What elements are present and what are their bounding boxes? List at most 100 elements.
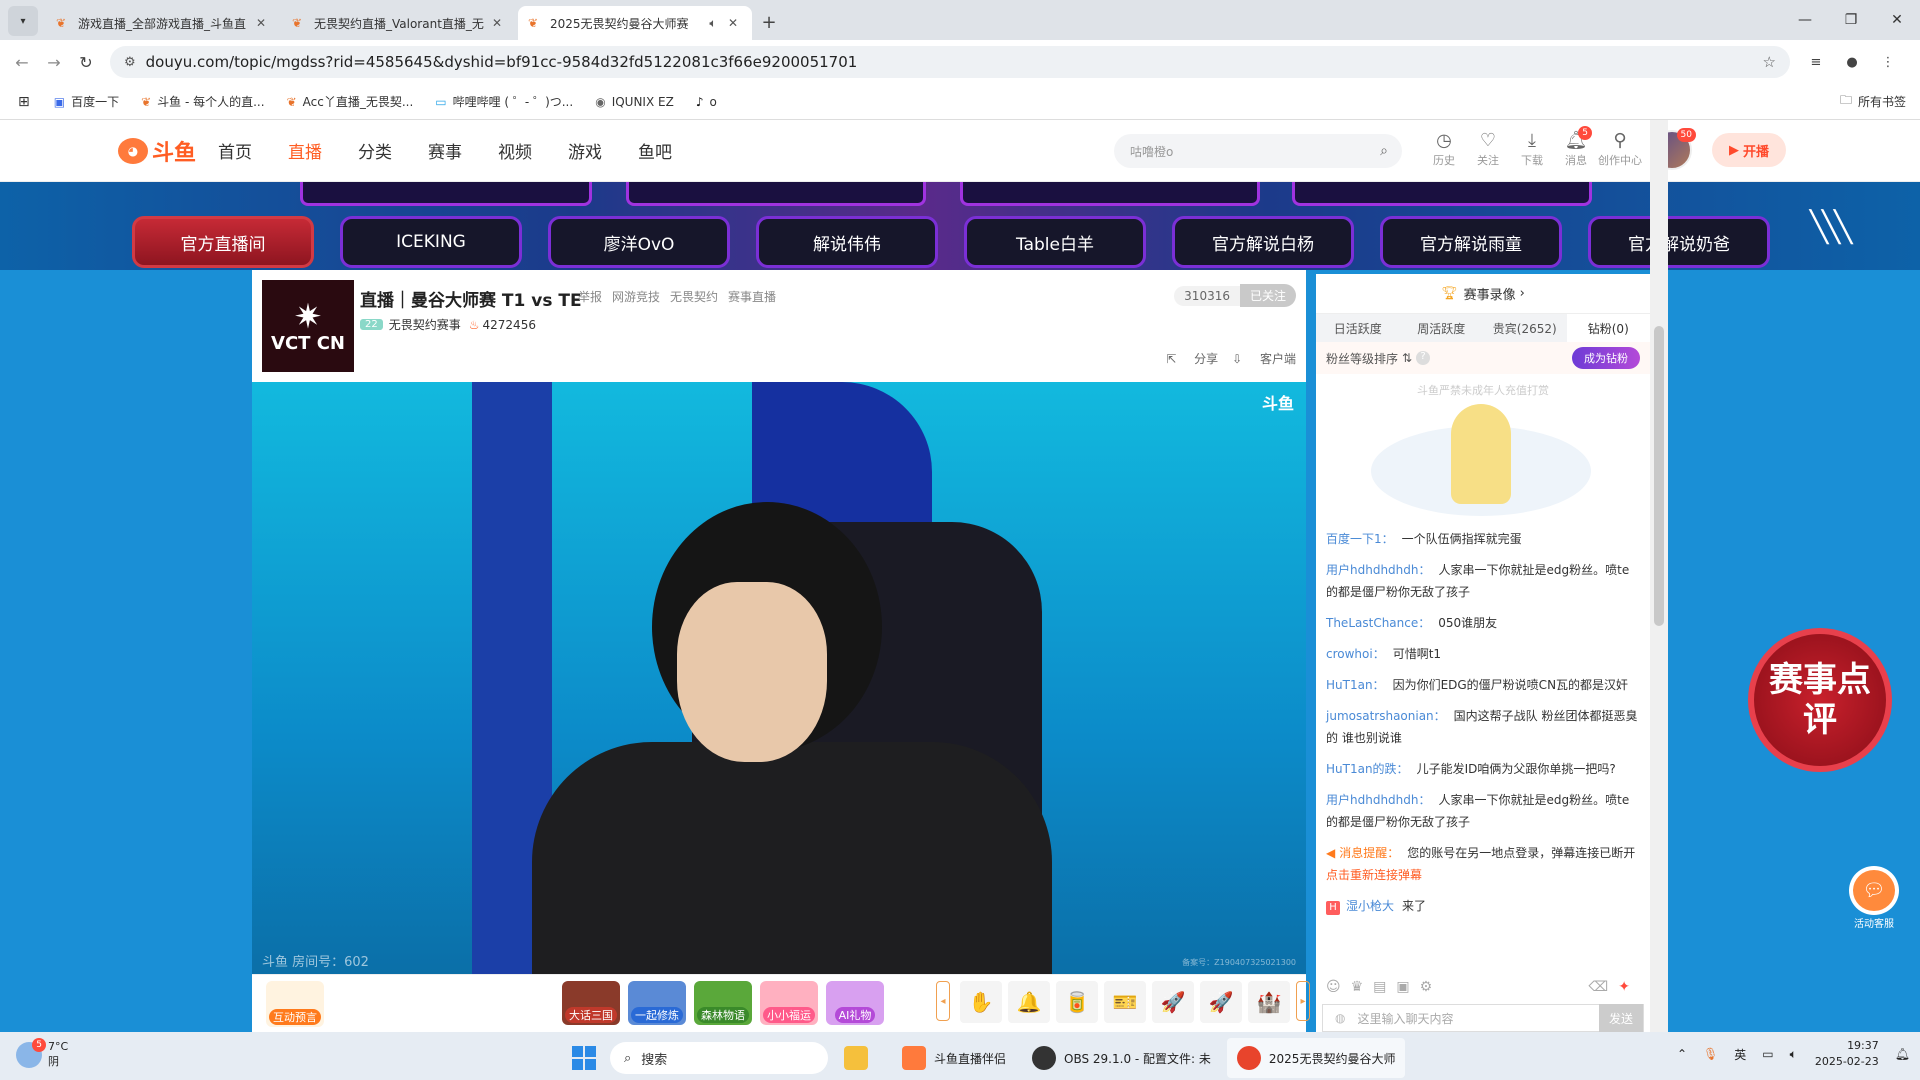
channel-tab[interactable]: 廖洋OvO	[548, 216, 730, 268]
channel-tab[interactable]: 解说伟伟	[756, 216, 938, 268]
nav-home[interactable]: 首页	[218, 138, 252, 163]
channel-tab[interactable]: 官方解说雨童	[1380, 216, 1562, 268]
browser-tab-1[interactable]: ❦ 无畏契约直播_Valorant直播_无 ✕	[282, 6, 516, 40]
nav-live[interactable]: 直播	[288, 138, 322, 163]
bookmark-acc[interactable]: ❦ Acc丫直播_无畏契...	[287, 93, 414, 110]
douyu-logo[interactable]: ◕ 斗鱼	[118, 135, 196, 167]
media-control-icon[interactable]: ≡	[1798, 55, 1834, 70]
channel-tab[interactable]: 官方直播间	[132, 216, 314, 268]
network-icon[interactable]: ▭	[1762, 1047, 1773, 1061]
chat-nick[interactable]: HuT1an的跌：	[1326, 762, 1409, 776]
match-review-button[interactable]: 赛事点评	[1748, 628, 1892, 772]
game-entry[interactable]: 一起修炼	[628, 981, 686, 1025]
bookmark-douyu[interactable]: ❦ 斗鱼 - 每个人的直...	[141, 93, 264, 110]
chat-nick[interactable]: HuT1an：	[1326, 678, 1385, 692]
anchor-name[interactable]: 无畏契约赛事	[389, 316, 461, 333]
browser-tab-2[interactable]: ❦ 2025无畏契约曼谷大师赛 🔈︎ ✕	[518, 6, 752, 40]
barrage-icon[interactable]: ▤	[1373, 979, 1386, 995]
become-diamond-button[interactable]: 成为钻粉	[1572, 347, 1640, 369]
gift-item[interactable]: 🎫	[1104, 981, 1146, 1023]
activity-service-button[interactable]: 💬︎ 活动客服	[1846, 866, 1902, 930]
gift-item[interactable]: 🚀	[1152, 981, 1194, 1023]
gift-next-button[interactable]: ▸	[1296, 981, 1310, 1021]
chat-input[interactable]: ◍ 这里输入聊天内容 发送	[1322, 1004, 1644, 1032]
send-button[interactable]: 发送	[1599, 1004, 1643, 1032]
search-input[interactable]: 咕噜橙o ⌕	[1114, 134, 1402, 168]
forward-button[interactable]: →	[38, 53, 70, 72]
nav-category[interactable]: 分类	[358, 138, 392, 163]
speaker-icon[interactable]: 🔈︎	[702, 16, 724, 31]
menu-icon[interactable]: ⋮	[1870, 55, 1906, 70]
close-icon[interactable]: ✕	[724, 16, 742, 30]
channel-tab[interactable]: ICEKING	[340, 216, 522, 268]
nav-video[interactable]: 视频	[498, 138, 532, 163]
sort-icon[interactable]: ⇅	[1402, 351, 1412, 365]
restore-button[interactable]: ❐	[1828, 0, 1874, 40]
bookmark-bilibili[interactable]: ▭ 哔哩哔哩 ( ゜- ゜)つ...	[435, 93, 573, 110]
settings-icon[interactable]: ⚙	[1420, 979, 1433, 995]
nav-events[interactable]: 赛事	[428, 138, 462, 163]
chat-nick[interactable]: 百度一下1：	[1326, 532, 1394, 546]
gift-item[interactable]: 🏰	[1248, 981, 1290, 1023]
chat-nick[interactable]: jumosatrshaonian：	[1326, 709, 1446, 723]
microphone-icon[interactable]: 🎙︎	[1703, 1047, 1718, 1061]
new-tab-button[interactable]: +	[754, 7, 784, 37]
chat-nick[interactable]: TheLastChance：	[1326, 616, 1430, 630]
game-entry[interactable]: 大话三国	[562, 981, 620, 1025]
file-explorer-button[interactable]	[834, 1038, 886, 1078]
close-window-button[interactable]: ✕	[1874, 0, 1920, 40]
join-nick[interactable]: 湿小枪大	[1346, 899, 1394, 913]
weather-widget[interactable]: 5 7°C 阴	[16, 1037, 68, 1069]
reload-button[interactable]: ↻	[70, 53, 102, 72]
breadcrumb-item[interactable]: 无畏契约	[670, 288, 718, 305]
volume-icon[interactable]: 🔈︎	[1790, 1047, 1797, 1062]
page-scrollbar[interactable]	[1650, 120, 1668, 1032]
all-bookmarks[interactable]: 🗀 所有书签	[1840, 91, 1906, 112]
follow-button[interactable]: 已关注	[1239, 284, 1296, 307]
gift-prev-button[interactable]: ◂	[936, 981, 950, 1021]
gift-icon[interactable]: ▣	[1396, 979, 1409, 995]
browser-tab-0[interactable]: ❦ 游戏直播_全部游戏直播_斗鱼直 ✕	[46, 6, 280, 40]
fan-badge-icon[interactable]: ♛	[1351, 979, 1364, 995]
game-entry[interactable]: AI礼物	[826, 981, 884, 1025]
bookmark-star-icon[interactable]: ☆	[1763, 53, 1776, 71]
gift-item[interactable]: 🚀	[1200, 981, 1242, 1023]
channel-tab[interactable]: Table白羊	[964, 216, 1146, 268]
red-packet-icon[interactable]: ✦	[1618, 979, 1630, 995]
chat-nick[interactable]: 用户hdhdhdhdh：	[1326, 793, 1431, 807]
report-link[interactable]: 举报	[578, 288, 602, 305]
follow-button[interactable]: ♡ 关注	[1466, 130, 1510, 168]
taskbar-app[interactable]: OBS 29.1.0 - 配置文件: 未	[1022, 1038, 1221, 1078]
message-button[interactable]: 🔔︎ 消息 5	[1554, 126, 1598, 168]
reconnect-link[interactable]: 点击重新连接弹幕	[1326, 868, 1422, 882]
gift-item[interactable]: 🔔	[1008, 981, 1050, 1023]
ime-indicator[interactable]: 英	[1734, 1046, 1746, 1063]
channel-tab[interactable]: 官方解说白杨	[1172, 216, 1354, 268]
notification-icon[interactable]: 🔔︎	[1895, 1047, 1910, 1061]
clear-icon[interactable]: ⌫	[1588, 979, 1608, 995]
video-player[interactable]: 斗鱼 斗鱼 房间号：602 备案号：Z190407325021300	[252, 382, 1306, 974]
chat-nick[interactable]: 用户hdhdhdhdh：	[1326, 563, 1431, 577]
breadcrumb-item[interactable]: 赛事直播	[728, 288, 776, 305]
site-info-icon[interactable]: ⚙	[124, 55, 136, 70]
share-button[interactable]: ⇱ 分享	[1166, 350, 1218, 367]
taskbar-app[interactable]: 2025无畏契约曼谷大师	[1226, 1038, 1406, 1078]
nav-games[interactable]: 游戏	[568, 138, 602, 163]
game-entry[interactable]: 森林物语	[694, 981, 752, 1025]
game-entry[interactable]: 小小福运	[760, 981, 818, 1025]
close-icon[interactable]: ✕	[252, 16, 270, 30]
emoji-icon[interactable]: ☺	[1326, 979, 1341, 995]
tab-daily[interactable]: 日活跃度	[1316, 314, 1400, 342]
url-input[interactable]: ⚙ douyu.com/topic/mgdss?rid=4585645&dysh…	[110, 46, 1790, 78]
back-button[interactable]: ←	[6, 53, 38, 72]
gift-item[interactable]: 🥫	[1056, 981, 1098, 1023]
bookmark-iqunix[interactable]: ◉ IQUNIX EZ	[595, 95, 674, 109]
taskbar-app[interactable]: 斗鱼直播伴侣	[892, 1038, 1016, 1078]
nav-fishbar[interactable]: 鱼吧	[638, 138, 672, 163]
room-avatar[interactable]: ✷ VCT CN	[262, 280, 354, 372]
channel-tab[interactable]: 官方解说奶爸	[1588, 216, 1770, 268]
creator-button[interactable]: ⚲ 创作中心	[1598, 130, 1642, 168]
tab-vip[interactable]: 贵宾(2652)	[1483, 314, 1567, 342]
minimize-button[interactable]: —	[1782, 0, 1828, 40]
help-icon[interactable]: ?	[1416, 351, 1431, 365]
